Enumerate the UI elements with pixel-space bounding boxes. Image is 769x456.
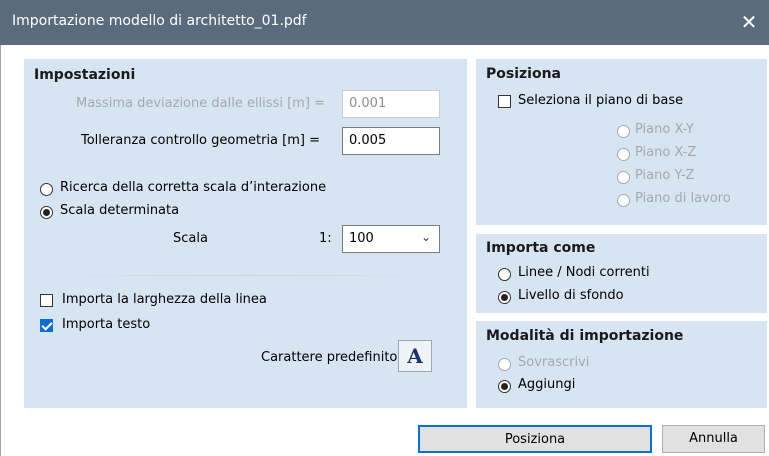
- radio-plane-xy-indicator[interactable]: [617, 125, 630, 138]
- window-left-border: [0, 45, 1, 456]
- radio-search-scale[interactable]: Ricerca della corretta scala d’interazio…: [40, 180, 370, 198]
- radio-add-indicator[interactable]: [498, 380, 511, 393]
- radio-plane-xy-label: Piano X-Y: [635, 122, 694, 137]
- radio-background-layer[interactable]: Livello di sfondo: [498, 288, 698, 306]
- radio-determined-scale-indicator[interactable]: [40, 206, 53, 219]
- posiziona-title: Posiziona: [486, 66, 561, 82]
- font-picker-button[interactable]: A: [398, 340, 432, 372]
- annulla-button[interactable]: Annulla: [662, 425, 765, 453]
- default-font-label: Carattere predefinito: [261, 350, 398, 365]
- checkbox-base-plane[interactable]: Seleziona il piano di base: [498, 93, 738, 111]
- radio-plane-xz[interactable]: Piano X-Z: [617, 145, 747, 163]
- checkbox-line-width[interactable]: Importa la larghezza della linea: [40, 292, 320, 310]
- radio-add[interactable]: Aggiungi: [498, 377, 698, 395]
- checkbox-import-text-label: Importa testo: [62, 317, 151, 332]
- tolerance-label: Tolleranza controllo geometria [m] =: [81, 133, 320, 148]
- radio-overwrite-indicator[interactable]: [498, 358, 511, 371]
- radio-background-layer-indicator[interactable]: [498, 291, 511, 304]
- close-icon[interactable]: ✕: [735, 8, 763, 36]
- importa-come-title: Importa come: [486, 240, 596, 256]
- separator: [34, 275, 454, 276]
- radio-search-scale-label: Ricerca della corretta scala d’interazio…: [60, 180, 327, 195]
- impostazioni-title: Impostazioni: [34, 67, 136, 83]
- checkbox-import-text[interactable]: Importa testo: [40, 317, 240, 335]
- scale-prefix: 1:: [319, 231, 332, 246]
- chevron-down-icon: ⌄: [420, 230, 431, 244]
- radio-plane-xz-indicator[interactable]: [617, 148, 630, 161]
- title-bar: Importazione modello di architetto_01.pd…: [0, 0, 769, 45]
- radio-current-lines[interactable]: Linee / Nodi correnti: [498, 265, 718, 283]
- radio-background-layer-label: Livello di sfondo: [518, 288, 624, 303]
- radio-current-lines-indicator[interactable]: [498, 268, 511, 281]
- max-deviation-label: Massima deviazione dalle ellissi [m] =: [76, 96, 325, 111]
- checkbox-import-text-box[interactable]: [40, 319, 53, 332]
- checkbox-line-width-label: Importa la larghezza della linea: [62, 292, 267, 307]
- radio-plane-xy[interactable]: Piano X-Y: [617, 122, 747, 140]
- modalita-title: Modalità di importazione: [486, 328, 684, 344]
- radio-plane-yz-label: Piano Y-Z: [635, 168, 695, 183]
- posiziona-button[interactable]: Posiziona: [418, 425, 652, 453]
- modalita-panel: Modalità di importazione Sovrascrivi Agg…: [476, 321, 767, 408]
- radio-plane-yz-indicator[interactable]: [617, 171, 630, 184]
- checkbox-base-plane-box[interactable]: [498, 95, 511, 108]
- radio-plane-work-label: Piano di lavoro: [635, 191, 731, 206]
- max-deviation-input[interactable]: 0.001: [342, 90, 440, 118]
- impostazioni-panel: Impostazioni Massima deviazione dalle el…: [24, 59, 467, 408]
- radio-overwrite-label: Sovrascrivi: [518, 355, 590, 370]
- radio-overwrite[interactable]: Sovrascrivi: [498, 355, 698, 373]
- scale-select[interactable]: 100 ⌄: [342, 225, 440, 253]
- importa-come-panel: Importa come Linee / Nodi correnti Livel…: [476, 234, 767, 313]
- checkbox-base-plane-label: Seleziona il piano di base: [518, 93, 684, 108]
- posiziona-panel: Posiziona Seleziona il piano di base Pia…: [476, 59, 767, 225]
- radio-determined-scale-label: Scala determinata: [60, 203, 180, 218]
- scale-label: Scala: [173, 231, 208, 246]
- radio-current-lines-label: Linee / Nodi correnti: [518, 265, 650, 280]
- radio-determined-scale[interactable]: Scala determinata: [40, 203, 240, 221]
- scale-select-value: 100: [349, 231, 374, 246]
- radio-plane-work[interactable]: Piano di lavoro: [617, 191, 762, 209]
- radio-plane-yz[interactable]: Piano Y-Z: [617, 168, 747, 186]
- tolerance-input[interactable]: 0.005: [342, 127, 440, 155]
- radio-search-scale-indicator[interactable]: [40, 183, 53, 196]
- radio-plane-work-indicator[interactable]: [617, 194, 630, 207]
- window-title: Importazione modello di architetto_01.pd…: [12, 13, 307, 29]
- checkbox-line-width-box[interactable]: [40, 294, 53, 307]
- radio-add-label: Aggiungi: [518, 377, 576, 392]
- radio-plane-xz-label: Piano X-Z: [635, 145, 697, 160]
